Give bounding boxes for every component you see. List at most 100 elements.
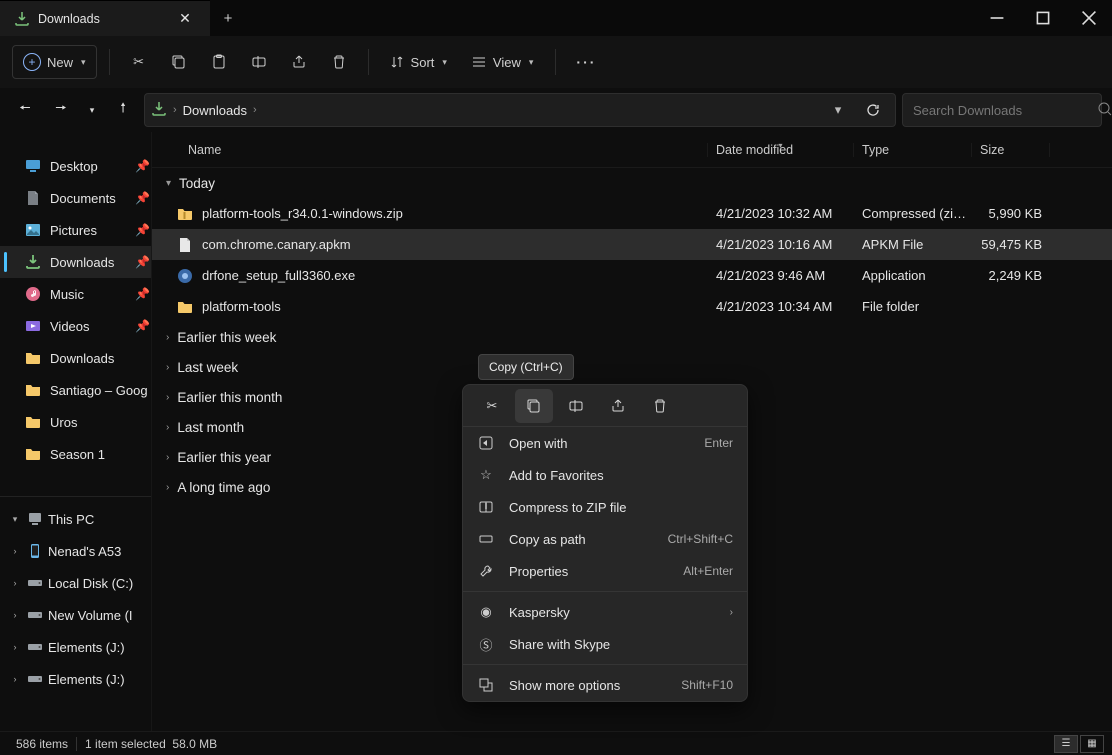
sidebar-drive[interactable]: › Nenad's A53 — [0, 535, 151, 567]
chevron-right-icon[interactable]: › — [8, 674, 22, 684]
search-input[interactable] — [913, 103, 1089, 118]
group-header[interactable]: › Last week — [152, 352, 1112, 382]
chevron-right-icon[interactable]: › — [8, 610, 22, 620]
back-button[interactable]: 🠔 — [10, 95, 40, 125]
column-size[interactable]: Size — [972, 143, 1050, 157]
sidebar-item[interactable]: Uros — [0, 406, 151, 438]
context-menu: ✂ Open with Enter ☆ — [462, 384, 748, 702]
ctx-rename-button[interactable] — [557, 389, 595, 423]
pin-icon: 📌 — [135, 223, 151, 237]
address-history-button[interactable]: ▾ — [825, 102, 851, 118]
up-button[interactable]: 🠕 — [108, 95, 138, 125]
music-icon — [24, 285, 42, 303]
chevron-right-icon[interactable]: › — [8, 546, 22, 556]
search-box[interactable] — [902, 93, 1102, 127]
drive-icon — [26, 638, 44, 656]
ctx-properties[interactable]: Properties Alt+Enter — [463, 555, 747, 587]
chevron-down-icon: ▾ — [778, 141, 782, 150]
sidebar-drive[interactable]: › New Volume (I — [0, 599, 151, 631]
address-bar[interactable]: › Downloads › ▾ — [144, 93, 896, 127]
clipboard-icon — [211, 54, 227, 70]
sidebar-item[interactable]: Pictures 📌 — [0, 214, 151, 246]
scissors-icon: ✂ — [487, 398, 498, 414]
copy-button[interactable] — [162, 45, 196, 79]
file-row[interactable]: drfone_setup_full3360.exe 4/21/2023 9:46… — [152, 260, 1112, 291]
ctx-open-with[interactable]: Open with Enter — [463, 427, 747, 459]
ctx-add-favorites[interactable]: ☆ Add to Favorites — [463, 459, 747, 491]
desktop-icon — [24, 157, 42, 175]
sidebar-item[interactable]: Santiago – Goog — [0, 374, 151, 406]
file-size: 2,249 KB — [972, 268, 1050, 283]
ctx-delete-button[interactable] — [641, 389, 679, 423]
more-button[interactable]: ··· — [568, 45, 604, 79]
forward-button[interactable]: 🠖 — [46, 95, 76, 125]
new-button[interactable]: + New ▾ — [12, 45, 97, 79]
ctx-compress[interactable]: Compress to ZIP file — [463, 491, 747, 523]
sidebar-item[interactable]: Documents 📌 — [0, 182, 151, 214]
address-row: 🠔 🠖 ▾ 🠕 › Downloads › ▾ — [0, 88, 1112, 132]
cut-button[interactable]: ✂ — [122, 45, 156, 79]
status-selected: 1 item selected — [85, 737, 166, 751]
group-header[interactable]: › Earlier this week — [152, 322, 1112, 352]
file-row[interactable]: com.chrome.canary.apkm 4/21/2023 10:16 A… — [152, 229, 1112, 260]
column-date[interactable]: ▾Date modified — [708, 143, 854, 157]
chevron-down-icon: ▾ — [442, 57, 447, 68]
new-tab-button[interactable]: + — [210, 0, 246, 36]
details-view-button[interactable]: ☰ — [1054, 735, 1078, 753]
sidebar-drive[interactable]: › Local Disk (C:) — [0, 567, 151, 599]
delete-button[interactable] — [322, 45, 356, 79]
sidebar-drive[interactable]: › Elements (J:) — [0, 631, 151, 663]
close-tab-button[interactable]: ✕ — [174, 8, 196, 30]
ctx-cut-button[interactable]: ✂ — [473, 389, 511, 423]
sidebar-this-pc[interactable]: ▾ This PC — [0, 503, 151, 535]
share-icon — [291, 54, 307, 70]
maximize-button[interactable] — [1020, 0, 1066, 36]
ctx-more-options[interactable]: Show more options Shift+F10 — [463, 669, 747, 701]
thumbnails-view-button[interactable]: ▦ — [1080, 735, 1104, 753]
sidebar-item[interactable]: Videos 📌 — [0, 310, 151, 342]
file-row[interactable]: platform-tools 4/21/2023 10:34 AM File f… — [152, 291, 1112, 322]
refresh-button[interactable] — [857, 102, 889, 118]
chevron-down-icon[interactable]: ▾ — [8, 514, 22, 525]
zip-icon — [477, 498, 495, 516]
breadcrumb-item[interactable]: Downloads — [183, 103, 247, 118]
ctx-skype[interactable]: Ⓢ Share with Skype — [463, 628, 747, 660]
status-size: 58.0 MB — [172, 737, 217, 751]
breadcrumb-sep: › — [173, 104, 177, 116]
column-name[interactable]: Name — [152, 143, 708, 157]
app-icon — [176, 267, 194, 285]
drive-icon — [26, 574, 44, 592]
close-window-button[interactable] — [1066, 0, 1112, 36]
minimize-button[interactable] — [974, 0, 1020, 36]
sidebar-item[interactable]: Season 1 — [0, 438, 151, 470]
sidebar-item[interactable]: Desktop 📌 — [0, 150, 151, 182]
ctx-copy-path[interactable]: Copy as path Ctrl+Shift+C — [463, 523, 747, 555]
recent-dropdown[interactable]: ▾ — [82, 95, 102, 125]
ctx-share-button[interactable] — [599, 389, 637, 423]
paste-button[interactable] — [202, 45, 236, 79]
rename-button[interactable] — [242, 45, 276, 79]
copy-icon — [171, 54, 187, 70]
chevron-right-icon[interactable]: › — [8, 578, 22, 588]
sidebar-item[interactable]: Downloads 📌 — [0, 246, 151, 278]
ctx-kaspersky[interactable]: ◉ Kaspersky › — [463, 596, 747, 628]
sidebar-item[interactable]: Music 📌 — [0, 278, 151, 310]
sidebar-drive[interactable]: › Elements (J:) — [0, 663, 151, 695]
chevron-right-icon[interactable]: › — [8, 642, 22, 652]
sort-button[interactable]: Sort ▾ — [381, 45, 457, 79]
view-button[interactable]: View ▾ — [463, 45, 543, 79]
sidebar-item[interactable]: Downloads — [0, 342, 151, 374]
group-header[interactable]: ▾ Today — [152, 168, 1112, 198]
rename-icon — [568, 398, 584, 414]
column-headers: Name ▾Date modified Type Size — [152, 132, 1112, 168]
trash-icon — [331, 54, 347, 70]
titlebar: Downloads ✕ + — [0, 0, 1112, 36]
window-tab[interactable]: Downloads ✕ — [0, 0, 210, 36]
column-type[interactable]: Type — [854, 143, 972, 157]
share-button[interactable] — [282, 45, 316, 79]
file-row[interactable]: platform-tools_r34.0.1-windows.zip 4/21/… — [152, 198, 1112, 229]
sidebar-item-label: Music — [50, 287, 127, 302]
trash-icon — [652, 398, 668, 414]
ctx-copy-button[interactable] — [515, 389, 553, 423]
sort-icon — [389, 54, 405, 70]
